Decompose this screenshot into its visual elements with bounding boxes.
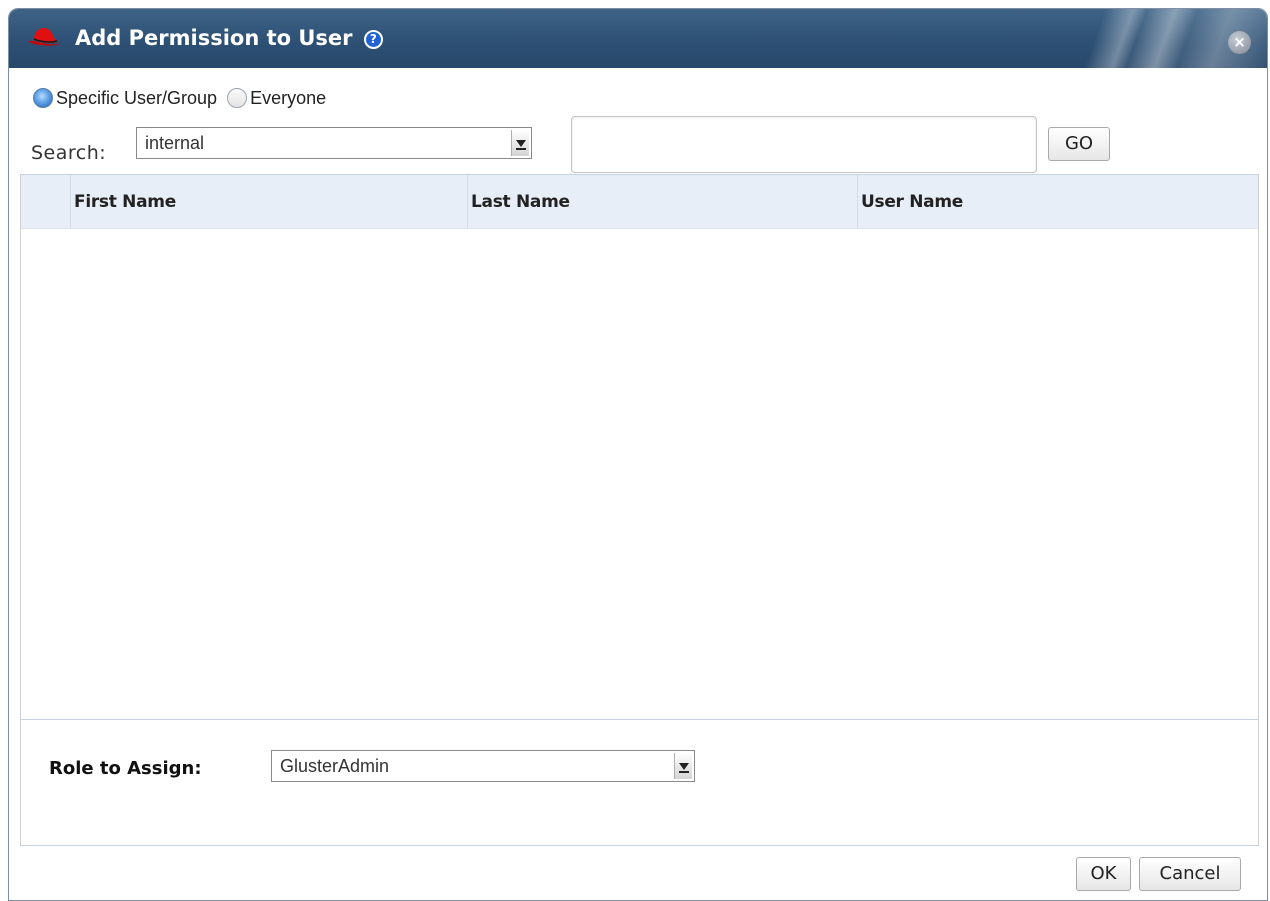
panel-left-border <box>20 174 21 846</box>
ok-button[interactable]: OK <box>1076 857 1131 891</box>
dropdown-arrow-icon[interactable] <box>674 753 692 779</box>
redhat-hat-icon <box>28 28 61 46</box>
column-header-first-name[interactable]: First Name <box>70 175 467 229</box>
role-value: GlusterAdmin <box>280 756 390 776</box>
add-permission-dialog: Add Permission to User ? × Specific User… <box>8 8 1268 901</box>
users-table: First Name Last Name User Name <box>20 174 1259 720</box>
go-button[interactable]: GO <box>1048 127 1110 161</box>
radio-specific-user-group[interactable] <box>33 88 53 108</box>
search-domain-value: internal <box>145 133 205 153</box>
radio-everyone-label[interactable]: Everyone <box>250 88 326 109</box>
search-input[interactable] <box>571 116 1037 173</box>
dialog-title: Add Permission to User ? <box>75 26 383 50</box>
help-icon[interactable]: ? <box>363 30 383 49</box>
column-header-user-name[interactable]: User Name <box>857 175 1259 229</box>
dropdown-arrow-icon[interactable] <box>511 130 529 156</box>
role-select[interactable]: GlusterAdmin <box>271 750 695 782</box>
role-label: Role to Assign: <box>49 758 202 779</box>
dialog-titlebar: Add Permission to User ? × <box>9 9 1267 68</box>
radio-specific-label[interactable]: Specific User/Group <box>56 88 217 109</box>
dialog-title-text: Add Permission to User <box>75 26 353 50</box>
panel-right-border <box>1258 174 1259 846</box>
target-radio-group: Specific User/Group Everyone <box>33 85 336 111</box>
table-header: First Name Last Name User Name <box>20 175 1259 229</box>
search-label: Search: <box>31 142 107 164</box>
radio-everyone[interactable] <box>227 88 248 108</box>
search-domain-select[interactable]: internal <box>136 127 532 159</box>
close-icon[interactable]: × <box>1228 31 1251 54</box>
cancel-button[interactable]: Cancel <box>1139 857 1241 891</box>
column-header-last-name[interactable]: Last Name <box>467 175 857 229</box>
role-section: Role to Assign: GlusterAdmin <box>20 720 1259 846</box>
